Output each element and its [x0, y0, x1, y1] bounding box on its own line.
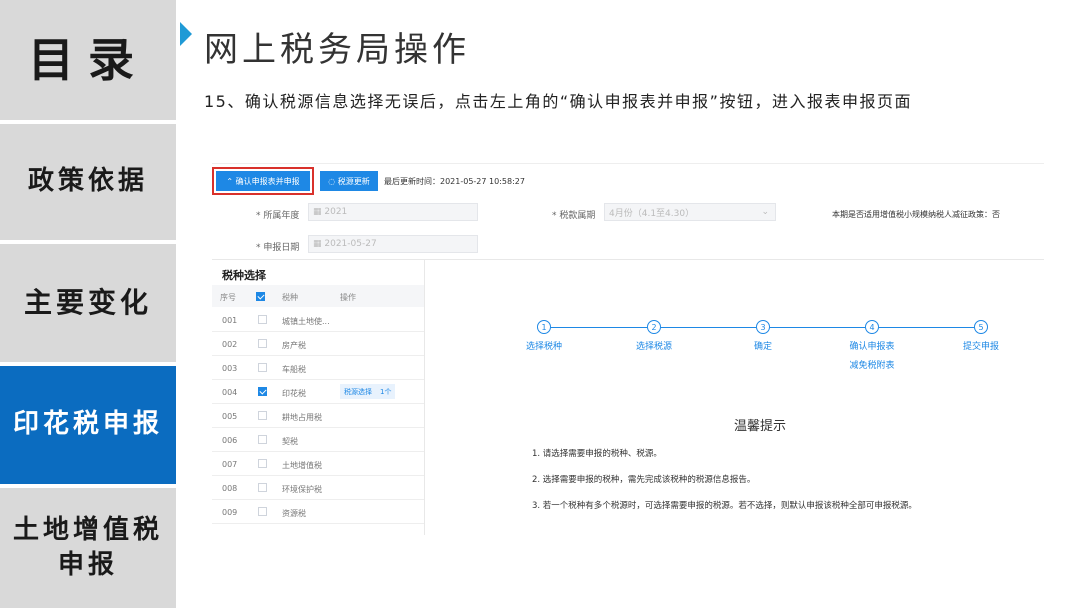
nav-item-main-changes[interactable]: 主要变化: [0, 244, 176, 362]
nav-item-contents[interactable]: 目录: [0, 0, 176, 120]
row-no: 004: [222, 388, 238, 397]
row-no: 003: [222, 364, 238, 373]
row-checkbox[interactable]: [258, 459, 267, 468]
step-4-circle: 4: [865, 320, 879, 334]
row-checkbox[interactable]: [258, 483, 267, 492]
last-update-time: 最后更新时间：2021-05-27 10:58:27: [384, 177, 525, 186]
instruction-text: 15、确认税源信息选择无误后，点击左上角的“确认申报表并申报”按钮，进入报表申报…: [204, 92, 912, 111]
row-no: 009: [222, 508, 238, 517]
row-checkbox[interactable]: [258, 339, 267, 348]
row-tax-name: 印花税: [282, 389, 306, 398]
source-select-button[interactable]: 税源选择: [340, 384, 376, 399]
source-count-badge: 1个: [376, 384, 396, 399]
nav-item-land-vat[interactable]: 土地增值税申报: [0, 488, 176, 608]
step-3-label[interactable]: 确定: [754, 339, 772, 352]
step-5-circle: 5: [974, 320, 988, 334]
row-no: 008: [222, 484, 238, 493]
table-row[interactable]: 008 环境保护税: [212, 476, 424, 500]
step-1-circle: 1: [537, 320, 551, 334]
tip-item: 2. 选择需要申报的税种，需先完成该税种的税源信息报告。: [532, 475, 756, 485]
tax-panel-title: 税种选择: [222, 269, 266, 282]
column-header-no: 序号: [220, 293, 236, 302]
table-row[interactable]: 002 房产税: [212, 332, 424, 356]
refresh-source-button[interactable]: ◌ 税源更新: [320, 171, 378, 191]
table-row[interactable]: 003 车船税: [212, 356, 424, 380]
tips-title: 温馨提示: [734, 419, 787, 434]
divider: [424, 259, 425, 535]
table-row[interactable]: 009 资源税: [212, 500, 424, 524]
row-checkbox[interactable]: [258, 411, 267, 420]
step-1-label[interactable]: 选择税种: [526, 339, 562, 352]
period-value: 4月份（4.1至4.30）: [609, 208, 695, 219]
row-tax-name: 耕地占用税: [282, 413, 322, 422]
date-field[interactable]: ▦ 2021-05-27: [308, 235, 478, 253]
step-4-label[interactable]: 确认申报表: [849, 339, 894, 352]
row-checkbox[interactable]: [258, 387, 267, 396]
divider: [212, 259, 1044, 260]
row-tax-name: 车船税: [282, 365, 306, 374]
row-tax-name: 契税: [282, 437, 298, 446]
table-row[interactable]: 006 契税: [212, 428, 424, 452]
table-row[interactable]: 007 土地增值税: [212, 452, 424, 476]
row-tax-name: 城镇土地使...: [282, 317, 330, 326]
table-row[interactable]: 005 耕地占用税: [212, 404, 424, 428]
row-checkbox[interactable]: [258, 315, 267, 324]
step-3-circle: 3: [756, 320, 770, 334]
row-tax-name: 土地增值税: [282, 461, 322, 470]
row-no: 006: [222, 436, 238, 445]
row-tax-name: 环境保护税: [282, 485, 322, 494]
row-no: 005: [222, 412, 238, 421]
step-5-label[interactable]: 提交申报: [963, 339, 999, 352]
step-2-label[interactable]: 选择税源: [636, 339, 672, 352]
select-all-checkbox[interactable]: [256, 292, 265, 301]
row-tax-name: 资源税: [282, 509, 306, 518]
chevron-down-icon: ⌄: [761, 207, 769, 217]
period-select[interactable]: 4月份（4.1至4.30） ⌄: [604, 203, 776, 221]
step-connector: [770, 327, 865, 328]
row-no: 007: [222, 460, 238, 469]
step-connector: [661, 327, 756, 328]
step-connector: [879, 327, 974, 328]
nav-item-policy-basis[interactable]: 政策依据: [0, 124, 176, 240]
step-2-circle: 2: [647, 320, 661, 334]
row-no: 002: [222, 340, 238, 349]
column-header-tax: 税种: [282, 293, 298, 302]
step-4-sub-label[interactable]: 减免税附表: [849, 358, 894, 371]
toolbar: ⌃ 确认申报表并申报 ◌ 税源更新 最后更新时间：2021-05-27 10:5…: [212, 163, 1044, 196]
small-taxpayer-note: 本期是否适用增值税小规模纳税人减征政策：否: [832, 210, 1000, 219]
row-checkbox[interactable]: [258, 507, 267, 516]
table-row[interactable]: 004 印花税 税源选择 1个: [212, 380, 424, 404]
year-field[interactable]: ▦ 2021: [308, 203, 478, 221]
app-screenshot: ⌃ 确认申报表并申报 ◌ 税源更新 最后更新时间：2021-05-27 10:5…: [212, 163, 1044, 535]
title-marker-icon: [180, 22, 192, 46]
row-no: 001: [222, 316, 238, 325]
tip-item: 3. 若一个税种有多个税源时，可选择需要申报的税源。若不选择，则默认申报该税种全…: [532, 501, 917, 511]
date-label: * 申报日期: [256, 243, 300, 253]
row-checkbox[interactable]: [258, 363, 267, 372]
confirm-declare-button[interactable]: ⌃ 确认申报表并申报: [212, 167, 314, 195]
step-connector: [551, 327, 647, 328]
row-checkbox[interactable]: [258, 435, 267, 444]
slide-nav: 目录 政策依据 主要变化 印花税申报 土地增值税申报: [0, 0, 176, 608]
period-label: * 税款属期: [552, 211, 596, 221]
tax-table-header: 序号 税种 操作: [212, 285, 424, 307]
nav-item-stamp-tax[interactable]: 印花税申报: [0, 366, 176, 484]
row-tax-name: 房产税: [282, 341, 306, 350]
table-row[interactable]: 001 城镇土地使...: [212, 308, 424, 332]
column-header-action: 操作: [340, 293, 356, 302]
tip-item: 1. 请选择需要申报的税种、税源。: [532, 449, 662, 459]
slide-title: 网上税务局操作: [204, 30, 470, 70]
year-label: * 所属年度: [256, 211, 300, 221]
